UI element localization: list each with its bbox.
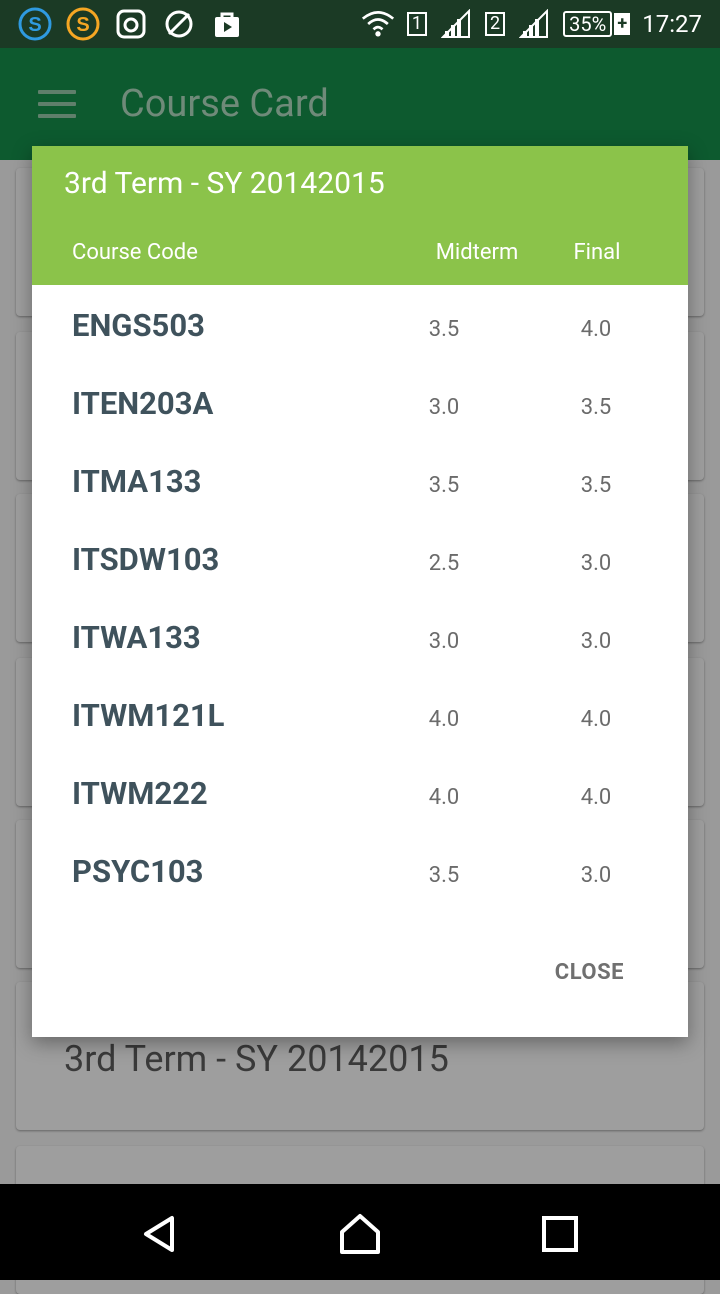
sim2-label: 2 — [484, 12, 506, 36]
final-grade: 4.0 — [580, 317, 612, 342]
midterm-grade: 2.5 — [428, 551, 460, 576]
midterm-grade: 3.0 — [428, 629, 460, 654]
table-row: PSYC103 3.5 3.0 — [32, 831, 688, 909]
midterm-grade: 4.0 — [428, 785, 460, 810]
recents-icon[interactable] — [538, 1212, 582, 1256]
home-icon[interactable] — [338, 1212, 382, 1256]
app-bar: Course Card — [0, 48, 720, 160]
table-row: ITEN203A 3.0 3.5 — [32, 363, 688, 441]
course-code: ITWM121L — [72, 697, 225, 734]
status-bar: S S 1 2 35% + 17:27 — [0, 0, 720, 48]
grades-list: ENGS503 3.5 4.0 ITEN203A 3.0 3.5 ITMA133… — [32, 285, 688, 909]
column-header-final: Final — [573, 240, 621, 265]
grades-dialog: 3rd Term - SY 20142015 Course Code Midte… — [32, 146, 688, 1037]
svg-text:S: S — [28, 14, 41, 36]
midterm-grade: 3.5 — [428, 473, 460, 498]
vpn-globe-icon — [162, 7, 196, 41]
final-grade: 3.5 — [580, 473, 612, 498]
midterm-grade: 4.0 — [428, 707, 460, 732]
course-code: ITWM222 — [72, 775, 208, 812]
instagram-icon — [114, 7, 148, 41]
back-icon[interactable] — [138, 1212, 182, 1256]
table-row: ITMA133 3.5 3.5 — [32, 441, 688, 519]
course-code: ITSDW103 — [72, 541, 220, 578]
battery-icon: 35% + — [563, 11, 631, 37]
signal-icon — [517, 7, 551, 41]
wifi-icon — [361, 7, 395, 41]
final-grade: 3.0 — [580, 863, 612, 888]
course-code: ITEN203A — [72, 385, 214, 422]
final-grade: 4.0 — [580, 707, 612, 732]
term-card-label: 3rd Term - SY 20142015 — [64, 1038, 449, 1080]
course-code: ITWA133 — [72, 619, 201, 656]
final-grade: 3.0 — [580, 551, 612, 576]
bag-icon — [210, 7, 244, 41]
midterm-grade: 3.5 — [428, 863, 460, 888]
final-grade: 3.0 — [580, 629, 612, 654]
course-code: PSYC103 — [72, 853, 204, 890]
table-row: ITWA133 3.0 3.0 — [32, 597, 688, 675]
s-app-icon: S — [66, 7, 100, 41]
final-grade: 4.0 — [580, 785, 612, 810]
final-grade: 3.5 — [580, 395, 612, 420]
table-row: ITWM121L 4.0 4.0 — [32, 675, 688, 753]
skype-icon: S — [18, 7, 52, 41]
course-code: ENGS503 — [72, 307, 205, 344]
clock: 17:27 — [642, 10, 702, 38]
hamburger-menu-icon[interactable] — [38, 90, 76, 118]
table-row: ITWM222 4.0 4.0 — [32, 753, 688, 831]
battery-percent: 35% — [563, 11, 613, 37]
table-row: ENGS503 3.5 4.0 — [32, 285, 688, 363]
column-header-midterm: Midterm — [435, 240, 519, 265]
svg-text:S: S — [76, 14, 89, 36]
midterm-grade: 3.0 — [428, 395, 460, 420]
dialog-header: 3rd Term - SY 20142015 Course Code Midte… — [32, 146, 688, 285]
signal-icon — [439, 7, 473, 41]
midterm-grade: 3.5 — [428, 317, 460, 342]
page-title: Course Card — [120, 82, 329, 126]
table-row: ITSDW103 2.5 3.0 — [32, 519, 688, 597]
sim1-label: 1 — [406, 12, 427, 36]
navigation-bar — [0, 1184, 720, 1280]
column-header-course-code: Course Code — [72, 240, 198, 265]
dialog-title: 3rd Term - SY 20142015 — [64, 166, 385, 201]
close-button[interactable]: CLOSE — [555, 960, 624, 985]
course-code: ITMA133 — [72, 463, 202, 500]
